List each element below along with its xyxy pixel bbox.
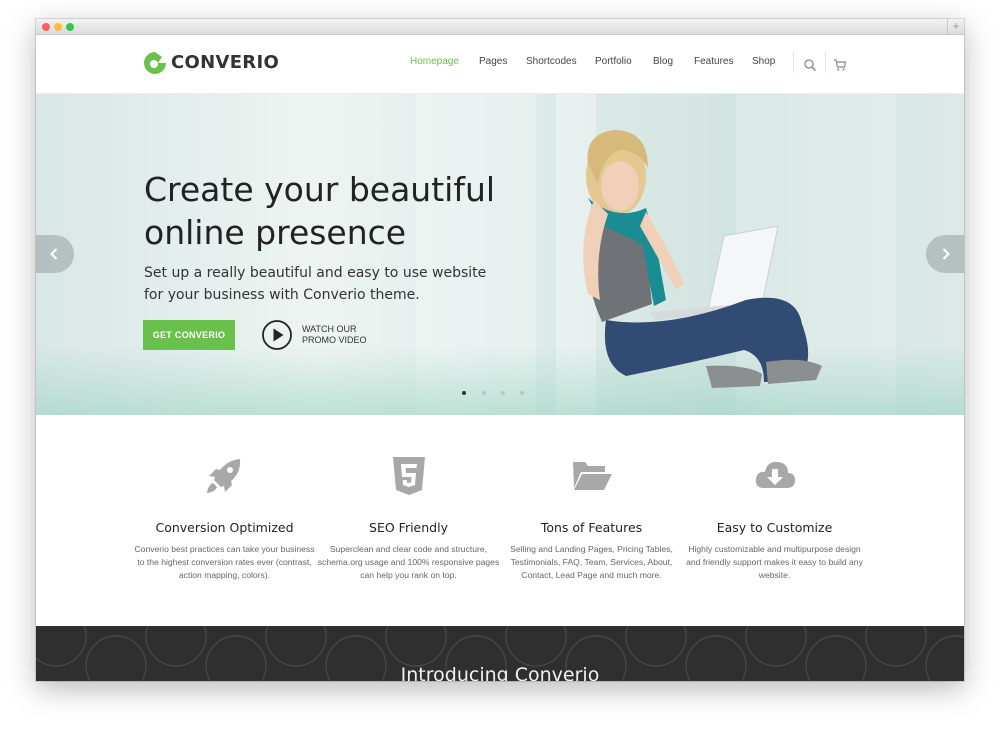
browser-titlebar: + <box>36 19 964 35</box>
feature-title: Conversion Optimized <box>155 520 294 535</box>
feature-title: SEO Friendly <box>369 520 448 535</box>
rocket-icon <box>207 459 241 493</box>
site-header: CONVERIO Homepage Pages Shortcodes Portf… <box>36 35 964 94</box>
browser-window: + CONVERIO Homepage Pages Shortcodes Por… <box>36 19 964 681</box>
intro-section: Introducing Converio <box>36 626 964 681</box>
slider-pagination <box>462 391 532 397</box>
hero-subtitle: Set up a really beautiful and easy to us… <box>144 265 487 303</box>
slider-prev-button[interactable] <box>36 235 74 273</box>
cart-icon[interactable] <box>833 58 847 72</box>
slider-dot-4[interactable] <box>520 391 524 395</box>
hero-title: Create your beautiful online presence <box>144 170 496 252</box>
chevron-right-icon <box>942 248 950 260</box>
feature-description: Superclean and clear code and structure,… <box>317 544 500 580</box>
play-video-icon[interactable] <box>261 319 293 351</box>
slider-dot-1[interactable] <box>462 391 466 395</box>
hero-woman-laptop-image <box>583 130 822 388</box>
feature-title: Tons of Features <box>540 520 643 535</box>
site-logo[interactable]: CONVERIO <box>143 50 279 78</box>
close-window-button[interactable] <box>42 23 50 31</box>
slider-next-button[interactable] <box>926 235 964 273</box>
hero-slider: Create your beautiful online presence Se… <box>36 94 964 415</box>
feature-description: Selling and Landing Pages, Pricing Table… <box>510 544 673 580</box>
nav-item-shop[interactable]: Shop <box>752 56 775 67</box>
watch-promo-video-link[interactable]: WATCH OUR PROMO VIDEO <box>302 324 392 346</box>
html5-icon <box>393 457 425 495</box>
nav-divider <box>793 51 794 73</box>
feature-description: Converio best practices can take your bu… <box>134 544 315 580</box>
nav-item-pages[interactable]: Pages <box>479 56 507 67</box>
folder-open-icon <box>573 462 612 490</box>
cloud-download-icon <box>755 461 795 488</box>
get-converio-button[interactable]: GET CONVERIO <box>143 320 235 350</box>
logo-text: CONVERIO <box>171 52 280 73</box>
slider-dot-3[interactable] <box>501 391 505 395</box>
feature-title: Easy to Customize <box>716 520 833 535</box>
slider-dot-2[interactable] <box>482 391 486 395</box>
nav-item-blog[interactable]: Blog <box>653 56 673 67</box>
nav-divider <box>825 51 826 73</box>
nav-item-shortcodes[interactable]: Shortcodes <box>526 56 577 67</box>
intro-title: Introducing Converio <box>400 664 600 681</box>
feature-description: Highly customizable and multipurpose des… <box>686 544 863 580</box>
nav-item-homepage[interactable]: Homepage <box>410 56 459 67</box>
converio-logo-icon <box>144 52 166 74</box>
minimize-window-button[interactable] <box>54 23 62 31</box>
maximize-window-button[interactable] <box>66 23 74 31</box>
chevron-left-icon <box>50 248 58 260</box>
features-section: Conversion Optimized Converio best pract… <box>36 416 964 626</box>
nav-item-features[interactable]: Features <box>694 56 733 67</box>
search-icon[interactable] <box>803 58 817 72</box>
new-tab-plus-icon[interactable]: + <box>947 19 964 34</box>
nav-item-portfolio[interactable]: Portfolio <box>595 56 632 67</box>
